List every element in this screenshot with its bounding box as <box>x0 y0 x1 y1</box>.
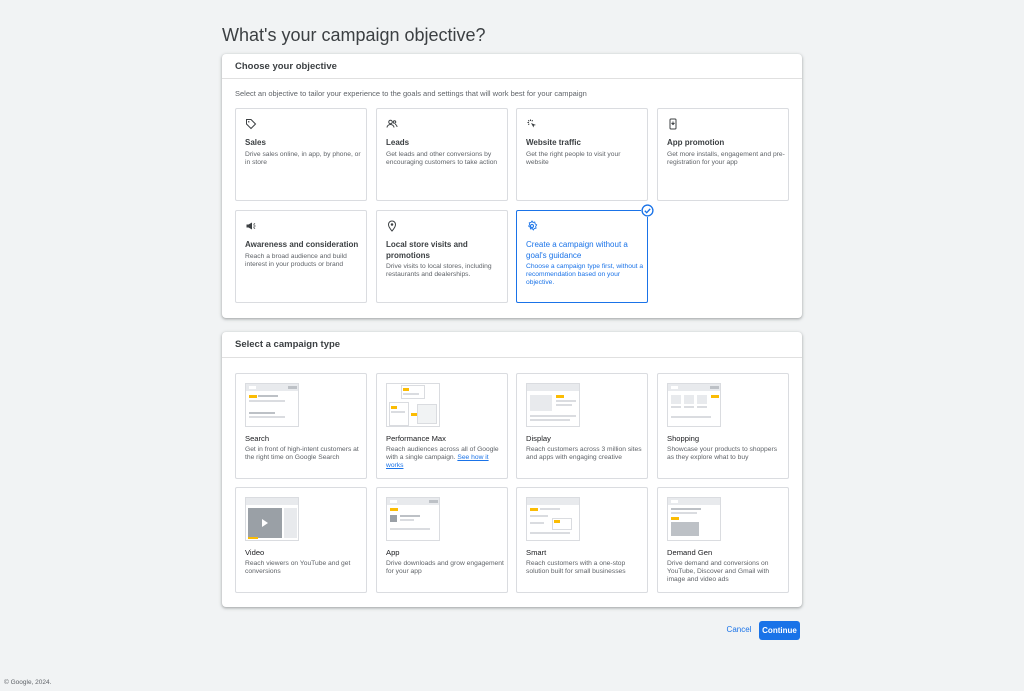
objective-desc: Reach a broad audience and build interes… <box>245 253 347 269</box>
type-title: Demand Gen <box>667 548 713 557</box>
objective-card-app-promotion[interactable]: App promotion Get more installs, engagem… <box>657 108 789 201</box>
objective-card-leads[interactable]: Leads Get leads and other conversions by… <box>376 108 508 201</box>
type-card-smart[interactable]: Smart Reach customers with a one-stop so… <box>516 487 648 593</box>
objective-title: Leads <box>386 138 410 147</box>
performance-max-thumbnail <box>386 383 440 427</box>
objective-card-sales[interactable]: Sales Drive sales online, in app, by pho… <box>235 108 367 201</box>
objective-card-awareness[interactable]: Awareness and consideration Reach a broa… <box>235 210 367 303</box>
megaphone-icon <box>246 222 256 230</box>
campaign-type-panel: Select a campaign type Search Get in fro… <box>222 332 802 607</box>
type-desc: Reach viewers on YouTube and get convers… <box>245 560 351 576</box>
type-title: Performance Max <box>386 434 446 443</box>
type-desc: Showcase your products to shoppers as th… <box>667 446 778 462</box>
objective-desc: Get the right people to visit your websi… <box>526 151 621 167</box>
type-title: Video <box>245 548 265 557</box>
type-card-video[interactable]: Video Reach viewers on YouTube and get c… <box>235 487 367 593</box>
type-title: App <box>386 548 400 557</box>
location-pin-icon <box>387 220 397 232</box>
type-card-demand-gen[interactable]: Demand Gen Drive demand and conversions … <box>657 487 789 593</box>
type-desc: Get in front of high-intent customers at… <box>245 446 359 462</box>
type-title: Search <box>245 434 270 443</box>
type-card-app[interactable]: App Drive downloads and grow engagement … <box>376 487 508 593</box>
continue-button[interactable]: Continue <box>759 621 800 640</box>
page-title: What's your campaign objective? <box>222 25 486 45</box>
type-desc: Reach audiences across all of Google wit… <box>386 446 504 471</box>
video-thumbnail <box>245 497 299 541</box>
objective-title: Sales <box>245 138 266 147</box>
objective-desc: Drive visits to local stores, including … <box>386 263 492 279</box>
phone-icon <box>669 118 677 130</box>
objective-title: Local store visits and promotions <box>386 240 468 260</box>
objective-card-local-store[interactable]: Local store visits and promotions Drive … <box>376 210 508 303</box>
type-desc: Drive downloads and grow engagement for … <box>386 560 504 576</box>
objective-title: Create a campaign without a goal's guida… <box>526 240 628 260</box>
tag-icon <box>246 119 257 130</box>
shopping-thumbnail <box>667 383 721 427</box>
check-circle-icon <box>641 204 654 217</box>
type-desc: Reach customers with a one-stop solution… <box>526 560 626 576</box>
type-title: Smart <box>526 548 547 557</box>
people-icon <box>386 119 398 128</box>
objective-subtitle: Select an objective to tailor your exper… <box>235 89 587 98</box>
type-desc: Reach customers across 3 million sites a… <box>526 446 642 462</box>
cancel-button[interactable]: Cancel <box>724 621 754 639</box>
objective-card-website-traffic[interactable]: Website traffic Get the right people to … <box>516 108 648 201</box>
type-card-performance-max[interactable]: Performance Max Reach audiences across a… <box>376 373 508 479</box>
type-title: Shopping <box>667 434 700 443</box>
type-card-display[interactable]: Display Reach customers across 3 million… <box>516 373 648 479</box>
type-section-header: Select a campaign type <box>222 332 802 358</box>
app-thumbnail <box>386 497 440 541</box>
demand-gen-thumbnail <box>667 497 721 541</box>
objective-desc: Get more installs, engagement and pre-re… <box>667 151 785 167</box>
objective-title: Website traffic <box>526 138 581 147</box>
type-card-search[interactable]: Search Get in front of high-intent custo… <box>235 373 367 479</box>
display-thumbnail <box>526 383 580 427</box>
objective-desc: Choose a campaign type first, without a … <box>526 263 644 287</box>
type-card-shopping[interactable]: Shopping Showcase your products to shopp… <box>657 373 789 479</box>
objective-title: Awareness and consideration <box>245 240 359 249</box>
objective-desc: Drive sales online, in app, by phone, or… <box>245 151 361 167</box>
smart-thumbnail <box>526 497 580 541</box>
gear-icon <box>528 220 538 231</box>
objective-desc: Get leads and other conversions by encou… <box>386 151 498 167</box>
cursor-click-icon <box>527 119 536 128</box>
type-title: Display <box>526 434 551 443</box>
footer-copyright: © Google, 2024. <box>4 679 52 686</box>
objective-section-header: Choose your objective <box>222 54 802 79</box>
type-desc: Drive demand and conversions on YouTube,… <box>667 560 770 584</box>
objective-card-no-guidance[interactable]: Create a campaign without a goal's guida… <box>516 204 654 303</box>
play-icon <box>262 519 268 527</box>
objective-panel: Choose your objective Select an objectiv… <box>222 54 802 318</box>
objective-title: App promotion <box>667 138 725 147</box>
search-thumbnail <box>245 383 299 427</box>
